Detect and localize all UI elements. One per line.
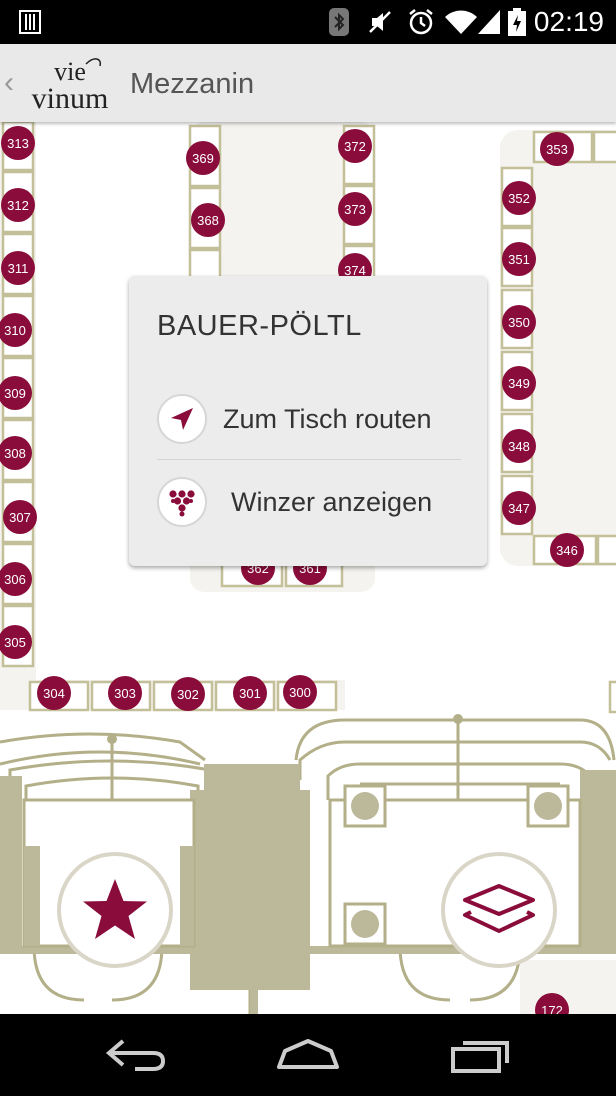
mute-icon	[366, 8, 394, 36]
table-tag-373[interactable]: 373	[338, 192, 372, 226]
route-to-table-button[interactable]: Zum Tisch routen	[157, 389, 467, 449]
app-bar: ‹ vie vinum Mezzanin	[0, 44, 616, 122]
table-tag-353[interactable]: 353	[540, 132, 574, 166]
table-tag-350[interactable]: 350	[502, 305, 536, 339]
navigation-arrow-icon	[157, 394, 207, 444]
table-tag-368[interactable]: 368	[191, 203, 225, 237]
favorites-button[interactable]	[57, 852, 173, 968]
layers-icon	[463, 884, 535, 933]
svg-text:300: 300	[289, 685, 311, 700]
bluetooth-icon	[326, 8, 352, 36]
svg-text:352: 352	[508, 191, 530, 206]
svg-text:307: 307	[9, 510, 31, 525]
grape-icon	[157, 477, 207, 527]
winzer-label: Winzer anzeigen	[231, 486, 433, 517]
layers-button[interactable]	[441, 852, 557, 968]
svg-text:310: 310	[4, 323, 26, 338]
table-tag-311[interactable]: 311	[1, 251, 35, 285]
table-tag-351[interactable]: 351	[502, 242, 536, 276]
svg-text:372: 372	[344, 139, 366, 154]
svg-text:302: 302	[177, 687, 199, 702]
table-tag-313[interactable]: 313	[1, 126, 35, 160]
svg-text:308: 308	[4, 446, 26, 461]
svg-text:373: 373	[344, 202, 366, 217]
popup-title: BAUER-PÖLTL	[157, 310, 362, 342]
svg-text:313: 313	[7, 136, 29, 151]
star-icon	[83, 879, 147, 939]
svg-text:369: 369	[192, 151, 214, 166]
table-tag-352[interactable]: 352	[502, 181, 536, 215]
svg-text:347: 347	[508, 501, 530, 516]
wifi-icon	[444, 8, 478, 36]
table-tag-349[interactable]: 349	[502, 366, 536, 400]
home-icon[interactable]	[268, 1032, 348, 1078]
signal-icon	[476, 8, 502, 36]
svg-text:301: 301	[239, 686, 261, 701]
battery-icon	[506, 8, 528, 36]
table-tag-301[interactable]: 301	[233, 676, 267, 710]
table-tag-312[interactable]: 312	[1, 188, 35, 222]
svg-text:312: 312	[7, 198, 29, 213]
navigation-bar	[0, 1014, 616, 1096]
svg-text:311: 311	[8, 261, 29, 276]
table-tag-303[interactable]: 303	[108, 676, 142, 710]
route-label: Zum Tisch routen	[223, 403, 432, 434]
svg-text:350: 350	[508, 315, 530, 330]
svg-text:304: 304	[43, 686, 65, 701]
popup-divider	[157, 459, 461, 460]
page-title: Mezzanin	[130, 68, 255, 100]
svg-text:303: 303	[114, 686, 136, 701]
table-tag-369[interactable]: 369	[186, 141, 220, 175]
svg-text:306: 306	[4, 572, 26, 587]
back-icon[interactable]	[96, 1032, 176, 1078]
recent-apps-icon[interactable]	[440, 1032, 520, 1078]
table-tag-348[interactable]: 348	[502, 429, 536, 463]
table-tag-307[interactable]: 307	[3, 500, 37, 534]
chevron-left-icon[interactable]: ‹	[4, 66, 14, 100]
table-tag-300[interactable]: 300	[283, 675, 317, 709]
svg-text:353: 353	[546, 142, 568, 157]
svg-text:351: 351	[508, 252, 530, 267]
svg-text:368: 368	[197, 213, 219, 228]
svg-text:172: 172	[541, 1003, 563, 1014]
status-time: 02:19	[533, 6, 604, 37]
show-winzer-button[interactable]: Winzer anzeigen	[157, 472, 467, 532]
svg-text:348: 348	[508, 439, 530, 454]
table-tag-346[interactable]: 346	[550, 533, 584, 567]
alarm-icon	[406, 8, 436, 36]
svg-text:309: 309	[4, 386, 26, 401]
app-logo[interactable]: vie vinum	[28, 52, 112, 116]
table-tag-302[interactable]: 302	[171, 677, 205, 711]
svg-text:349: 349	[508, 376, 530, 391]
svg-text:346: 346	[556, 543, 578, 558]
notification-icon	[18, 8, 42, 36]
exhibitor-popup: BAUER-PÖLTL Zum Tisch routen Winzer anze…	[129, 276, 487, 566]
status-bar: 02:19	[0, 0, 616, 44]
logo-line2: vinum	[32, 82, 109, 115]
svg-text:305: 305	[4, 635, 26, 650]
table-tag-347[interactable]: 347	[502, 491, 536, 525]
table-tag-372[interactable]: 372	[338, 129, 372, 163]
table-tag-304[interactable]: 304	[37, 676, 71, 710]
